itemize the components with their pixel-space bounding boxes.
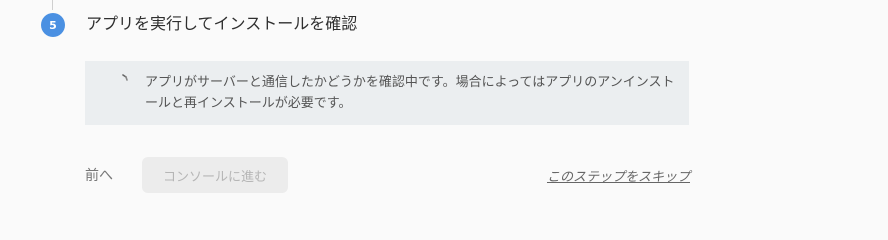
status-message: アプリがサーバーと通信したかどうかを確認中です。場合によってはアプリのアンインス… (145, 75, 675, 111)
spinner-icon (122, 74, 128, 81)
step-title: アプリを実行してインストールを確認 (86, 14, 358, 33)
step-number-badge: 5 (41, 13, 65, 37)
step-connector-line (52, 0, 53, 10)
status-panel: アプリがサーバーと通信したかどうかを確認中です。場合によってはアプリのアンインス… (85, 61, 689, 125)
continue-to-console-button[interactable]: コンソールに進む (142, 157, 288, 193)
back-button[interactable]: 前へ (85, 165, 113, 185)
skip-step-link[interactable]: このステップをスキップ (547, 166, 690, 185)
